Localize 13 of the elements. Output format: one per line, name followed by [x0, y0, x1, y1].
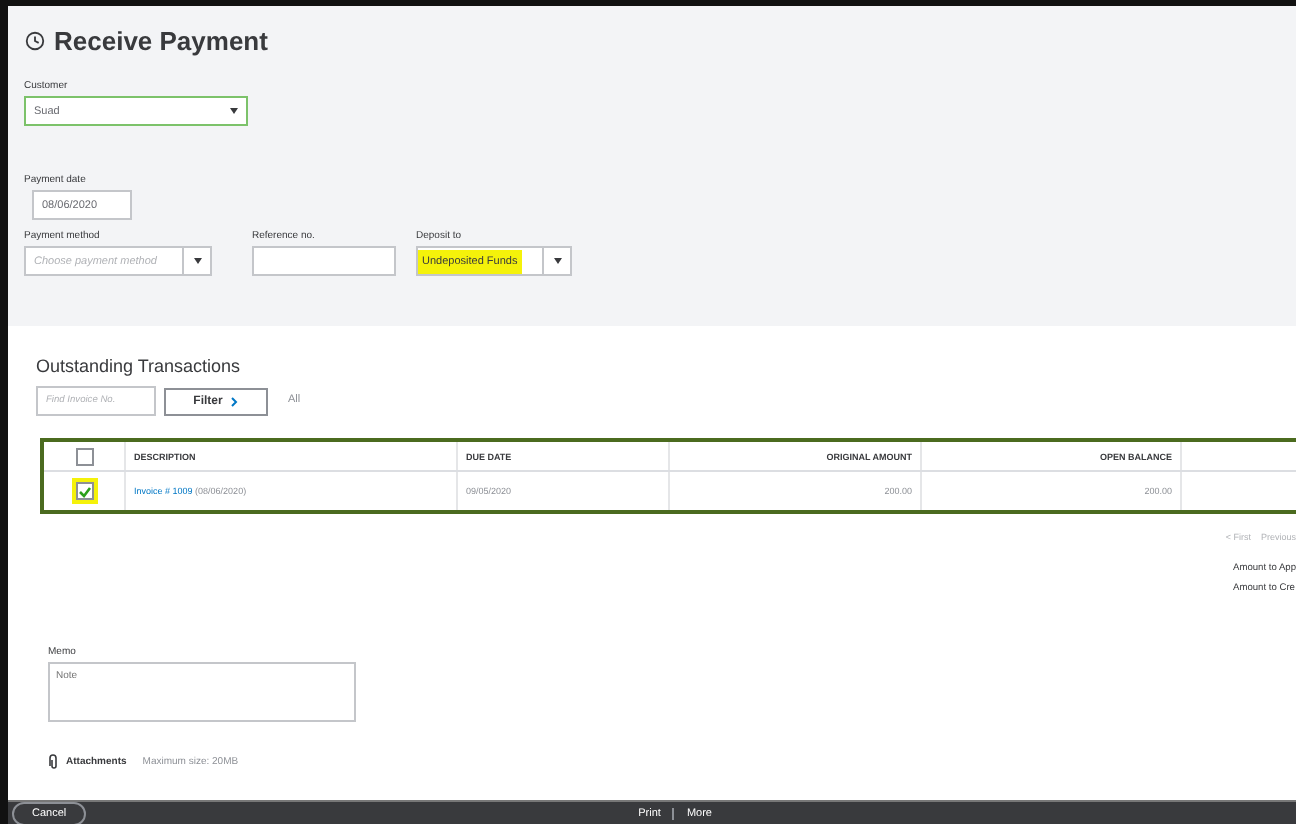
caret-icon: [193, 258, 201, 264]
dropdown-button[interactable]: [184, 246, 212, 276]
dropdown-button[interactable]: [544, 246, 572, 276]
history-icon[interactable]: [24, 29, 46, 51]
section-title: Outstanding Transactions: [36, 356, 243, 376]
checkbox[interactable]: [75, 447, 93, 465]
chevron-right-icon: [230, 395, 239, 407]
page-title: Receive Payment: [54, 25, 268, 55]
reference-field[interactable]: [252, 246, 396, 276]
caret-icon: [230, 108, 238, 114]
checkbox[interactable]: [75, 482, 93, 500]
paperclip-icon: [48, 754, 58, 770]
caret-icon: [553, 258, 561, 264]
